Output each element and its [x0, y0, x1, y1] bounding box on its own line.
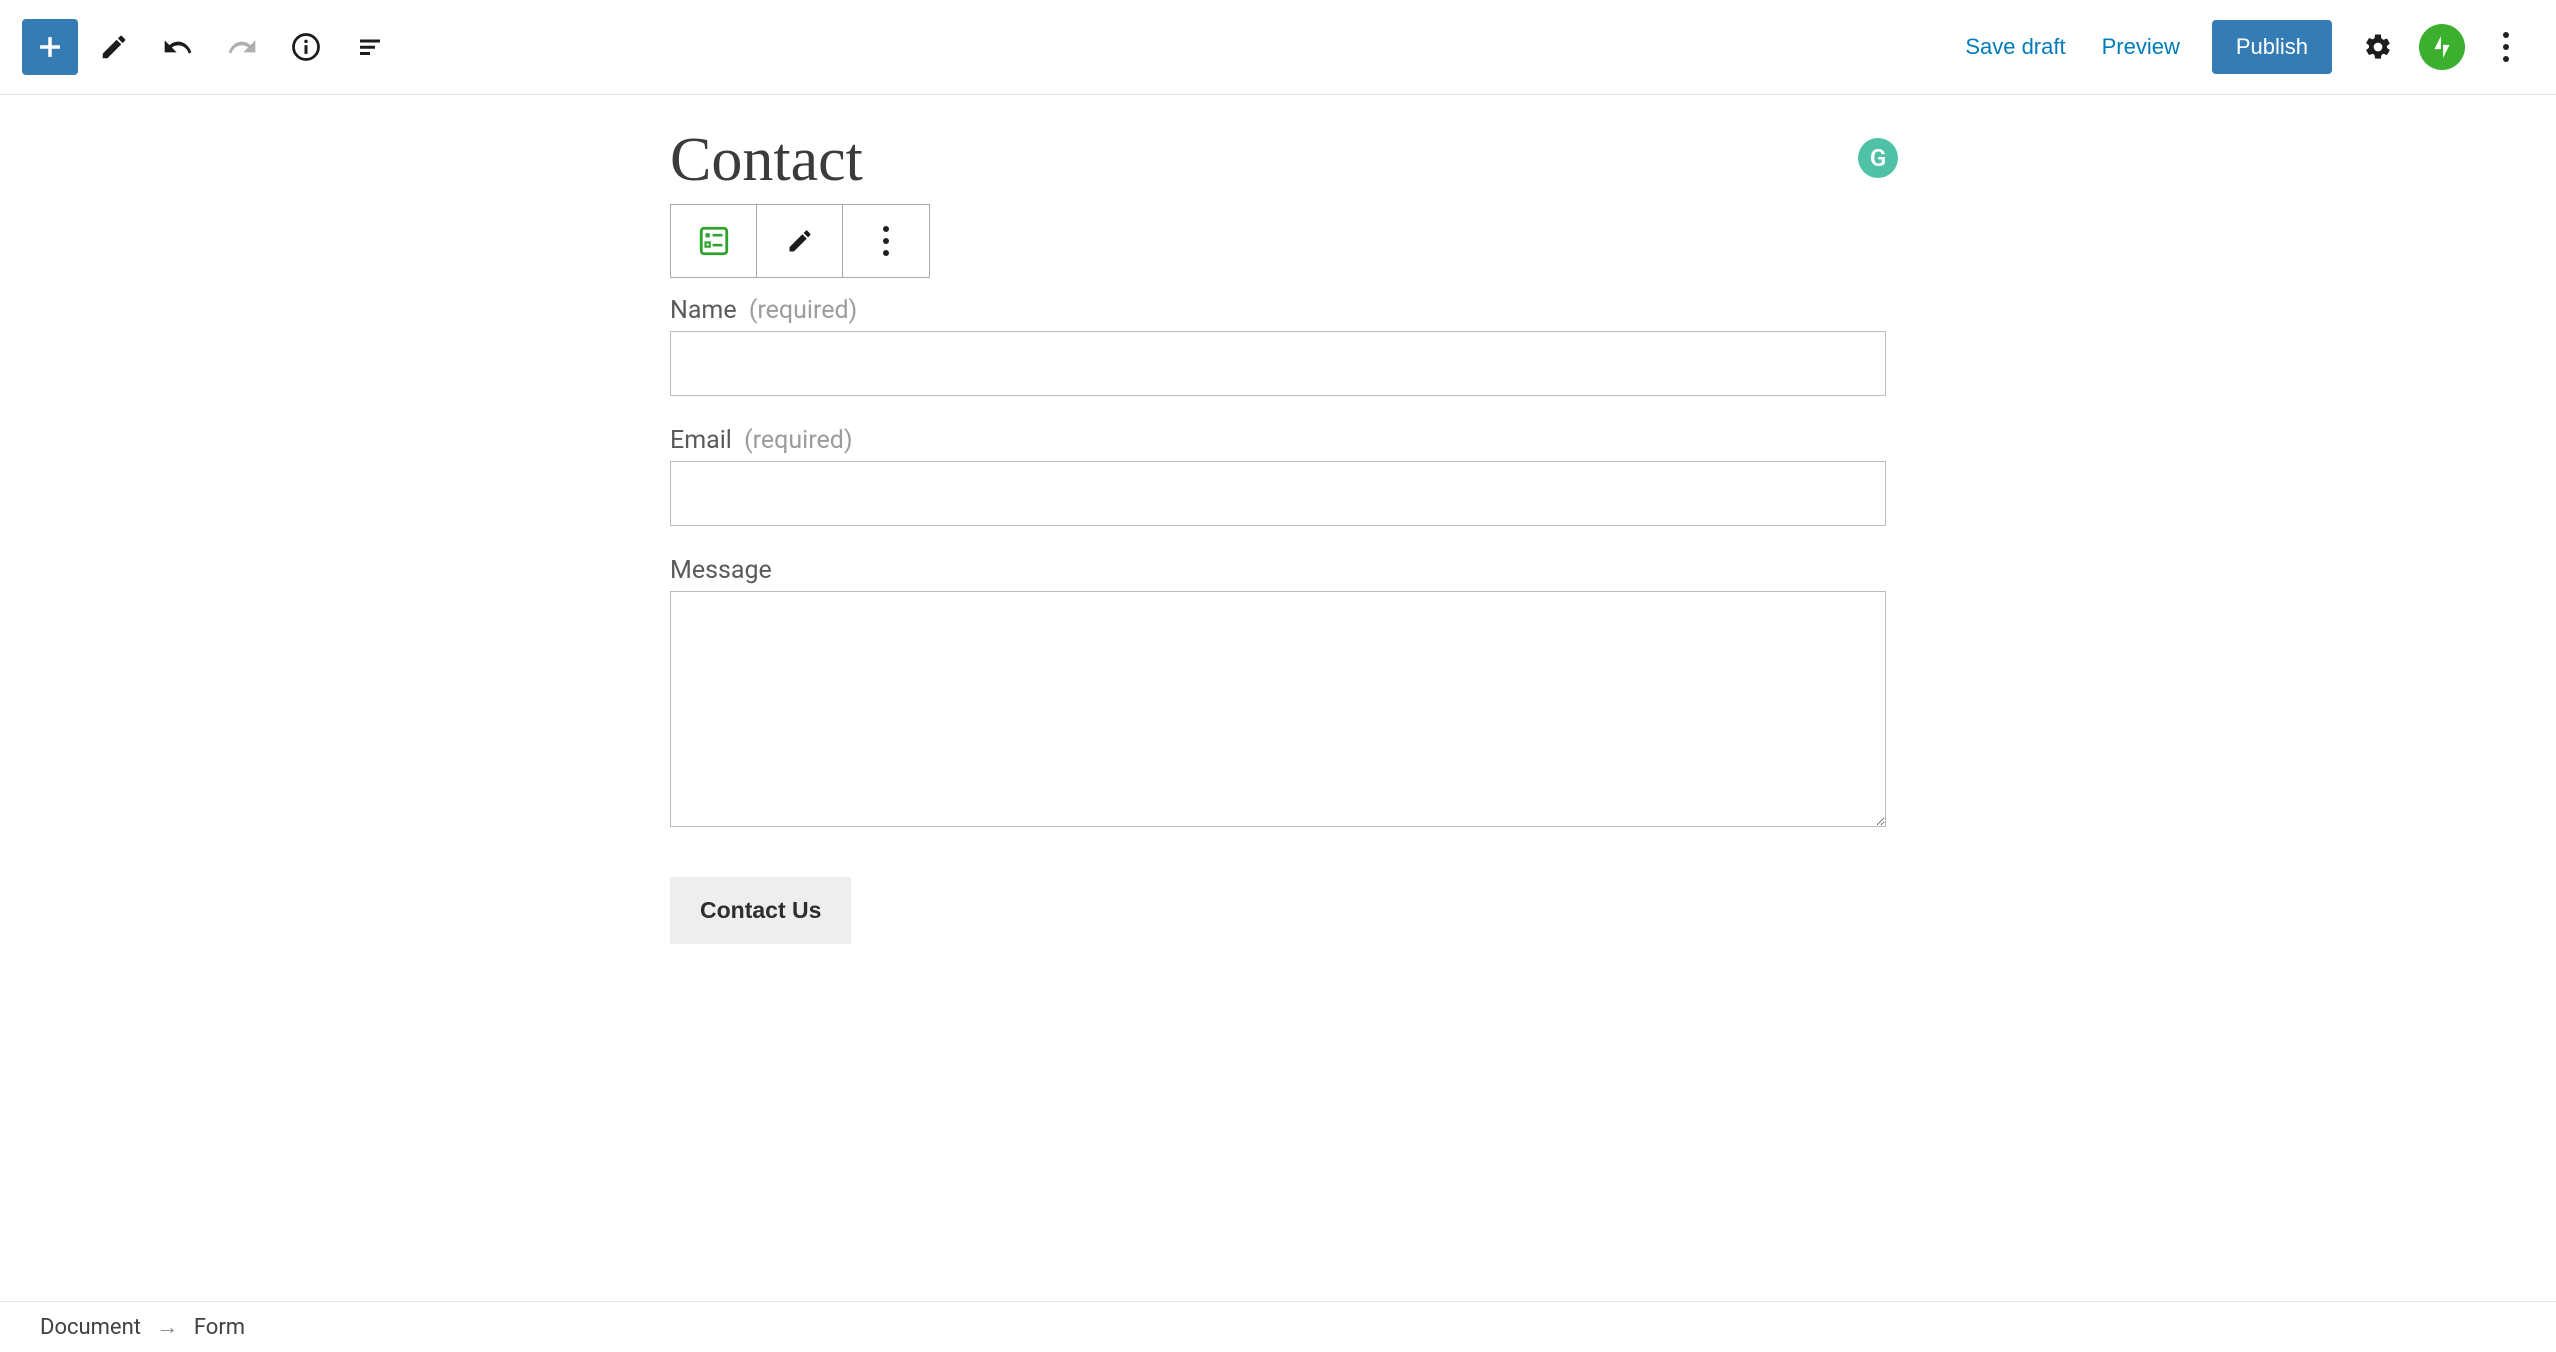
topbar-right-group: Save draft Preview Publish: [1951, 19, 2534, 75]
form-submit-button[interactable]: Contact Us: [670, 877, 851, 944]
info-button[interactable]: [278, 19, 334, 75]
more-vert-icon: [883, 226, 889, 256]
preview-button[interactable]: Preview: [2088, 34, 2194, 60]
block-toolbar: [670, 204, 930, 278]
settings-button[interactable]: [2350, 19, 2406, 75]
editor-topbar: Save draft Preview Publish: [0, 0, 2556, 95]
pencil-icon: [99, 32, 129, 62]
field-label-text: Name: [670, 296, 737, 325]
add-block-button[interactable]: [22, 19, 78, 75]
form-field-name: Name (required): [670, 296, 1886, 396]
undo-button[interactable]: [150, 19, 206, 75]
field-label: Email (required): [670, 426, 1886, 455]
save-draft-button[interactable]: Save draft: [1951, 34, 2079, 60]
edit-mode-button[interactable]: [86, 19, 142, 75]
field-required-text: (required): [744, 426, 852, 455]
redo-icon: [226, 31, 258, 63]
form-field-message: Message: [670, 556, 1886, 831]
form-field-email: Email (required): [670, 426, 1886, 526]
field-required-text: (required): [749, 296, 857, 325]
grammarly-letter: G: [1870, 144, 1886, 172]
breadcrumb-root[interactable]: Document: [40, 1315, 141, 1340]
jetpack-icon: [2419, 24, 2465, 70]
field-label-text: Message: [670, 556, 772, 585]
jetpack-button[interactable]: [2414, 19, 2470, 75]
redo-button[interactable]: [214, 19, 270, 75]
more-options-button[interactable]: [2478, 19, 2534, 75]
undo-icon: [162, 31, 194, 63]
gear-icon: [2363, 32, 2393, 62]
page-title[interactable]: Contact: [670, 125, 1886, 196]
plus-icon: [36, 33, 64, 61]
more-vert-icon: [2503, 32, 2509, 62]
editor-canvas: Contact G Name (required) Email (require…: [658, 95, 1898, 1064]
publish-button[interactable]: Publish: [2212, 20, 2332, 74]
email-input[interactable]: [670, 461, 1886, 526]
outline-button[interactable]: [342, 19, 398, 75]
info-icon: [291, 32, 321, 62]
block-more-button[interactable]: [843, 205, 929, 277]
field-label: Name (required): [670, 296, 1886, 325]
grammarly-badge[interactable]: G: [1858, 138, 1898, 178]
message-textarea[interactable]: [670, 591, 1886, 827]
breadcrumb: Document → Form: [0, 1301, 2556, 1352]
pencil-icon: [786, 227, 814, 255]
form-block-icon: [697, 224, 731, 258]
field-label: Message: [670, 556, 1886, 585]
breadcrumb-item[interactable]: Form: [194, 1315, 245, 1340]
field-label-text: Email: [670, 426, 732, 455]
name-input[interactable]: [670, 331, 1886, 396]
outline-icon: [355, 32, 385, 62]
topbar-left-group: [22, 19, 398, 75]
block-type-button[interactable]: [671, 205, 757, 277]
edit-block-button[interactable]: [757, 205, 843, 277]
breadcrumb-arrow-icon: →: [156, 1315, 178, 1340]
